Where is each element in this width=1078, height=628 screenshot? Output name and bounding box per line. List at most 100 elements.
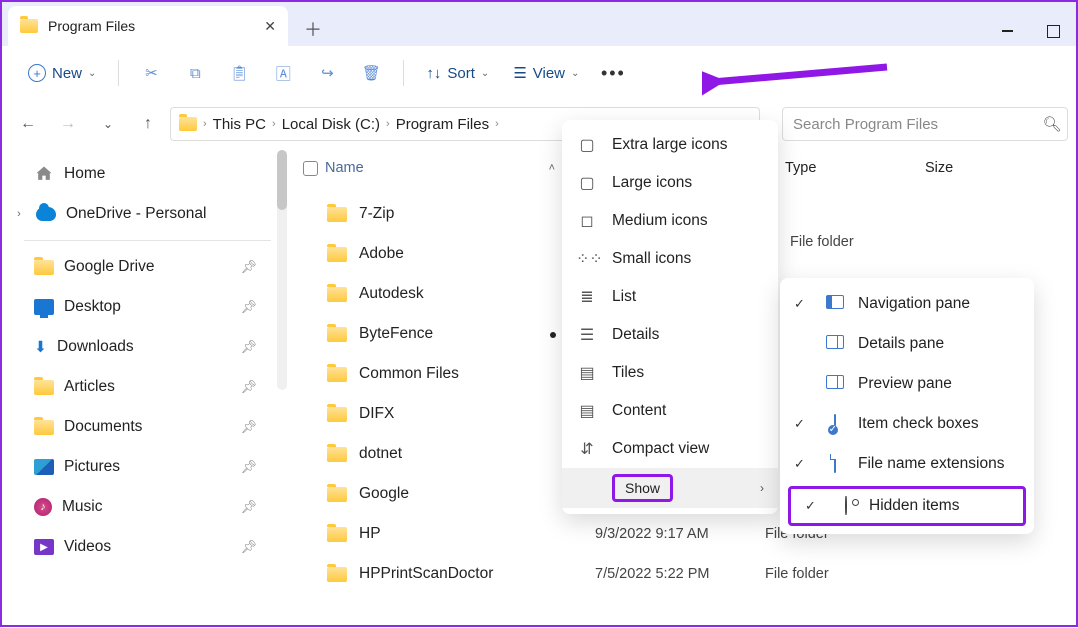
cut-button[interactable]: ✂ [131,55,171,91]
file-name: Common Files [359,365,459,383]
sidebar-label: Google Drive [64,258,154,276]
view-button[interactable]: ☰ View ⌄ [503,55,589,91]
sidebar-item-documents[interactable]: Documents📌︎ [2,407,287,447]
menu-content[interactable]: ▤Content [562,392,778,430]
chevron-right-icon: › [386,118,390,130]
medium-icons-icon: ◻ [576,211,598,231]
file-name: dotnet [359,445,402,463]
back-button[interactable]: ← [10,106,46,142]
menu-label: Content [612,402,666,420]
copy-button[interactable]: ⧉ [175,55,215,91]
view-icon: ☰ [513,64,526,82]
pin-icon: 📌︎ [240,419,257,435]
pin-icon: 📌︎ [240,259,257,275]
more-button[interactable]: ••• [593,55,633,91]
search-icon[interactable]: 🔍︎ [1037,108,1067,140]
pin-icon: 📌︎ [240,539,257,555]
sidebar-item-desktop[interactable]: Desktop📌︎ [2,287,287,327]
folder-icon [34,380,54,395]
breadcrumb-item[interactable]: Local Disk (C:) [282,116,380,133]
menu-label: Item check boxes [858,415,979,433]
paste-button[interactable]: 📋︎ [219,55,259,91]
file-date: 7/5/2022 5:22 PM [595,566,765,582]
eye-icon [835,497,857,515]
menu-medium-icons[interactable]: ◻Medium icons [562,202,778,240]
menu-details-pane[interactable]: Details pane [780,324,1034,364]
minimize-button[interactable] [984,16,1030,46]
toolbar: + New ⌄ ✂ ⧉ 📋︎ 🄰 ↪ 🗑︎ ↑↓ Sort ⌄ ☰ View ⌄… [2,46,1076,100]
header-label: Name [325,160,364,176]
sidebar-onedrive[interactable]: › OneDrive - Personal [2,194,287,234]
sidebar-item-pictures[interactable]: Pictures📌︎ [2,447,287,487]
column-type[interactable]: Type [785,160,925,176]
sidebar-item-articles[interactable]: Articles📌︎ [2,367,287,407]
chevron-right-icon: › [272,118,276,130]
menu-label: Small icons [612,250,691,268]
sidebar-home[interactable]: Home [2,154,287,194]
file-name: DIFX [359,405,394,423]
breadcrumb-item[interactable]: This PC [213,116,266,133]
divider [118,60,119,86]
recent-button[interactable]: ⌄ [90,106,126,142]
menu-large-icons[interactable]: ▢Large icons [562,164,778,202]
nav-row: ← → ⌄ ↑ › This PC › Local Disk (C:) › Pr… [2,100,1076,148]
sidebar-label: Downloads [57,338,134,356]
folder-icon [327,327,347,342]
breadcrumb-item[interactable]: Program Files [396,116,489,133]
menu-tiles[interactable]: ▤Tiles [562,354,778,392]
column-size[interactable]: Size [925,160,1076,176]
menu-hidden-items[interactable]: ✓Hidden items [788,486,1026,526]
file-row[interactable]: HPPrintScanDoctor7/5/2022 5:22 PMFile fo… [287,554,1076,594]
check-icon: ✓ [794,416,812,432]
list-icon: ≣ [576,287,598,307]
menu-navigation-pane[interactable]: ✓Navigation pane [780,284,1034,324]
sidebar-item-google-drive[interactable]: Google Drive 📌︎ [2,247,287,287]
file-name: Adobe [359,245,404,263]
sort-button[interactable]: ↑↓ Sort ⌄ [416,55,499,91]
up-button[interactable]: ↑ [130,106,166,142]
sidebar-item-downloads[interactable]: ⬇Downloads📌︎ [2,327,287,367]
expand-icon[interactable]: › [12,208,26,220]
window-controls [984,16,1076,46]
maximize-button[interactable] [1030,16,1076,46]
sidebar-item-videos[interactable]: ▶Videos📌︎ [2,527,287,567]
downloads-icon: ⬇ [34,338,47,357]
menu-label: Details pane [858,335,944,353]
rename-button[interactable]: 🄰 [263,55,303,91]
menu-list[interactable]: ≣ List [562,278,778,316]
active-tab[interactable]: Program Files ✕ [8,6,288,46]
compact-icon: ⇵ [576,439,598,459]
scrollbar-thumb[interactable] [277,150,287,210]
share-button[interactable]: ↪ [307,55,347,91]
menu-label: Navigation pane [858,295,970,313]
sidebar-item-music[interactable]: ♪Music📌︎ [2,487,287,527]
folder-icon [20,19,38,33]
music-icon: ♪ [34,498,52,516]
titlebar: Program Files ✕ ＋ [2,2,1076,46]
menu-preview-pane[interactable]: Preview pane [780,364,1034,404]
menu-details[interactable]: ☰Details [562,316,778,354]
delete-button[interactable]: 🗑︎ [351,55,391,91]
new-tab-button[interactable]: ＋ [296,12,330,46]
checkbox-icon [824,415,846,433]
header-label: Type [785,160,816,176]
select-all-checkbox[interactable] [303,161,318,176]
forward-button[interactable]: → [50,106,86,142]
menu-label: Large icons [612,174,692,192]
menu-item-check-boxes[interactable]: ✓ Item check boxes [780,404,1034,444]
new-button[interactable]: + New ⌄ [18,55,106,91]
folder-icon [327,207,347,222]
menu-show[interactable]: Show › [562,468,778,508]
sort-asc-icon: ˄ [549,162,555,174]
menu-compact-view[interactable]: ⇵Compact view [562,430,778,468]
file-date: 9/3/2022 9:17 AM [595,526,765,542]
details-icon: ☰ [576,325,598,345]
menu-label: List [612,288,636,306]
menu-file-name-extensions[interactable]: ✓File name extensions [780,444,1034,484]
file-name: Google [359,485,409,503]
menu-small-icons[interactable]: ⁘⁘Small icons [562,240,778,278]
close-tab-icon[interactable]: ✕ [264,18,276,35]
pin-icon: 📌︎ [240,459,257,475]
pin-icon: 📌︎ [240,499,257,515]
pictures-icon [34,459,54,475]
